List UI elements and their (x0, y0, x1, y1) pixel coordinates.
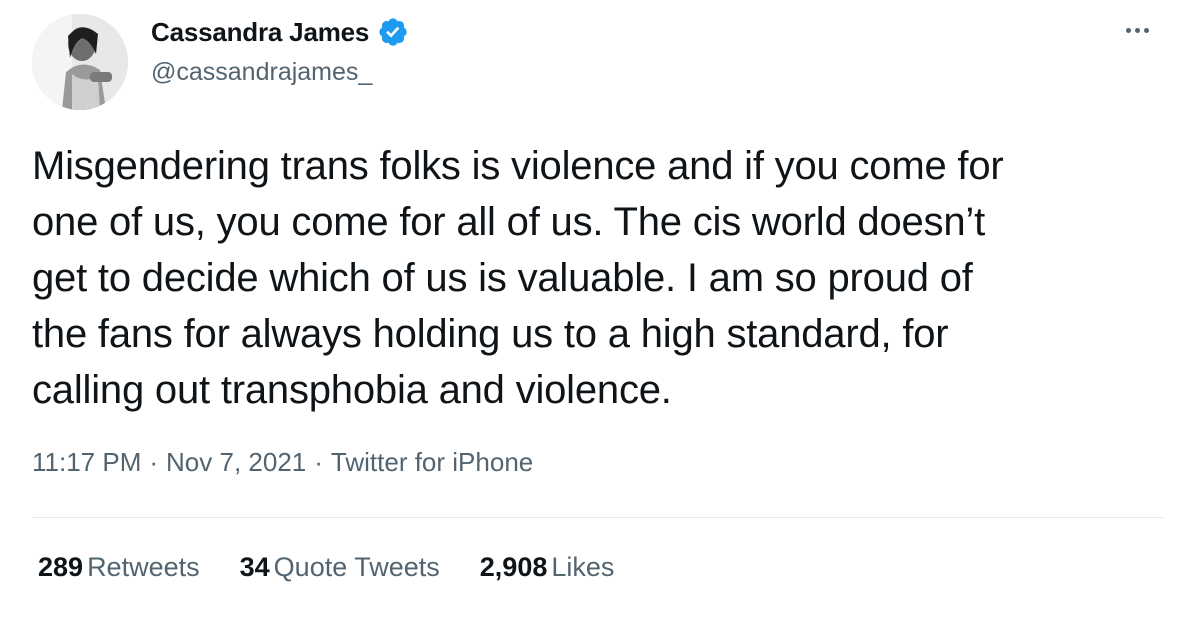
author-handle[interactable]: @cassandrajames_ (151, 58, 372, 87)
likes-label: Likes (551, 552, 615, 582)
more-dot (1134, 27, 1140, 33)
tweet-text-line: Misgendering trans folks is violence and… (32, 144, 1004, 188)
quote-tweets-stat[interactable]: 34 Quote Tweets (240, 552, 440, 583)
quote-tweets-count: 34 (239, 552, 270, 582)
divider (32, 517, 1163, 518)
tweet-date[interactable]: Nov 7, 2021 (166, 447, 306, 477)
tweet-text: Misgendering trans folks is violence and… (32, 138, 1172, 418)
avatar[interactable] (32, 14, 128, 110)
tweet-card: Cassandra James @cassandrajames_ Misgend… (0, 0, 1191, 621)
author-name-row: Cassandra James (151, 14, 409, 50)
tweet-text-line: get to decide which of us is valuable. I… (32, 256, 973, 300)
retweets-count: 289 (38, 552, 84, 582)
likes-stat[interactable]: 2,908 Likes (480, 552, 615, 583)
more-options-icon[interactable] (1119, 18, 1155, 42)
meta-separator: · (149, 447, 159, 477)
retweets-label: Retweets (87, 552, 200, 582)
more-dot (1125, 27, 1131, 33)
tweet-stats: 289 Retweets 34 Quote Tweets 2,908 Likes (38, 552, 654, 583)
tweet-text-line: the fans for always holding us to a high… (32, 312, 949, 356)
tweet-source: Twitter for iPhone (330, 447, 534, 477)
more-dot (1143, 27, 1149, 33)
tweet-text-line: one of us, you come for all of us. The c… (32, 200, 985, 244)
retweets-stat[interactable]: 289 Retweets (38, 552, 200, 583)
verified-badge-icon (379, 18, 407, 46)
likes-count: 2,908 (479, 552, 548, 582)
tweet-metadata: 11:17 PM · Nov 7, 2021 · Twitter for iPhone (32, 447, 533, 478)
tweet-time[interactable]: 11:17 PM (32, 447, 141, 477)
quote-tweets-label: Quote Tweets (273, 552, 440, 582)
tweet-text-line: calling out transphobia and violence. (32, 368, 672, 412)
author-name[interactable]: Cassandra James (151, 17, 369, 48)
meta-separator: · (314, 447, 323, 477)
profile-photo (32, 14, 128, 110)
